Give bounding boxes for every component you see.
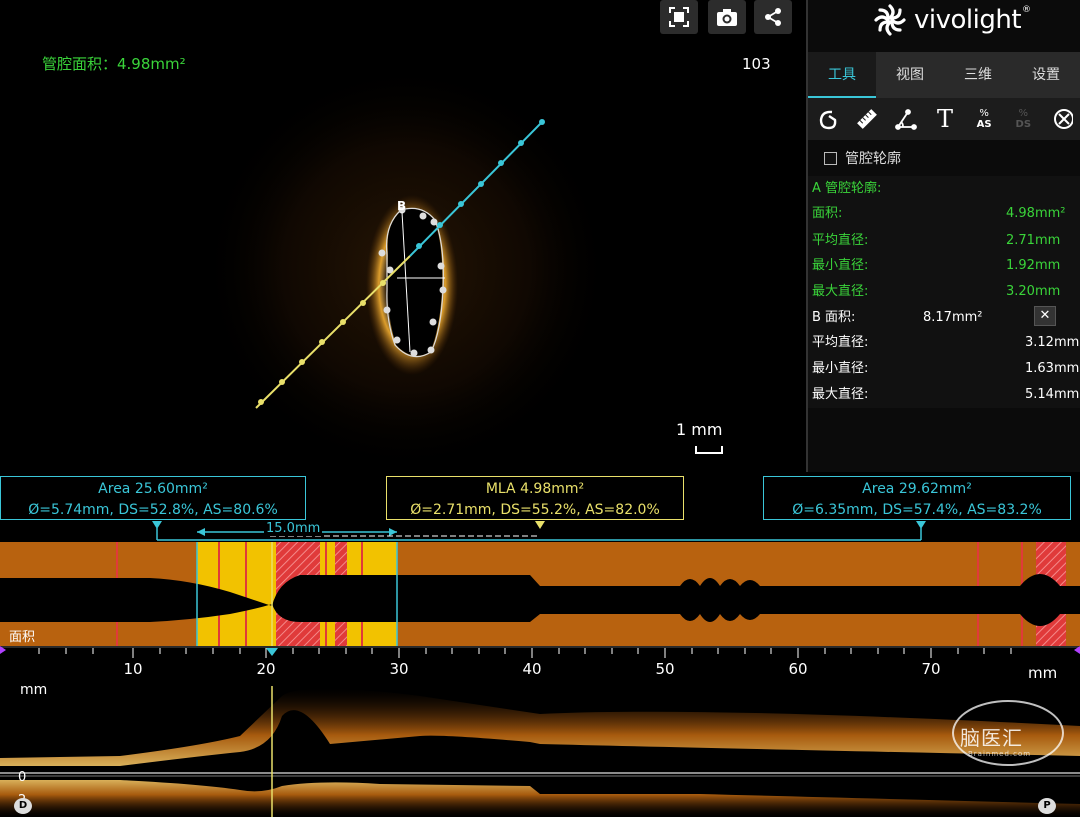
area-profile-graph [0,542,1080,646]
measurement-b-close-button[interactable]: ✕ [1034,306,1056,326]
lumen-contour-label: 管腔轮廓 [845,151,901,167]
tab-3d[interactable]: 三维 [944,52,1012,98]
lumen-trace-tool[interactable] [808,98,847,140]
camera-icon [717,9,737,26]
tab-tools[interactable]: 工具 [808,52,876,98]
longitudinal-view[interactable]: 面积 10 20 30 40 50 60 70 mm 0 mm D P [0,542,1080,817]
depth-unit-left: mm [20,682,48,698]
tab-bar: 工具 视图 三维 设置 [808,52,1080,98]
length-ruler: 10 20 30 40 50 60 70 [0,646,1080,686]
share-button[interactable] [754,0,792,34]
as-percent: % [979,108,989,119]
cross-section-view[interactable]: B 管腔面积：4.98mm² 103 1 mm [0,0,806,472]
fullscreen-icon [669,7,689,27]
angle-icon [894,109,917,130]
longitudinal-oct-image[interactable]: 0 2 [0,686,1080,817]
lumen-contour-checkbox[interactable] [824,151,837,165]
logo: vivolight ® [872,0,1031,40]
annotation-connectors [152,521,926,541]
tick-40: 40 [522,660,542,678]
distance-label: 15.0mm [264,521,323,536]
ds-label: DS [1015,119,1032,130]
depth-label-0: 0 [18,770,27,785]
proximal-marker[interactable]: P [1038,798,1056,814]
ds-percent: % [1018,108,1029,119]
ruler-tool[interactable] [847,98,886,140]
delete-tool[interactable] [1043,98,1080,140]
tick-50: 50 [655,660,675,678]
longitudinal-oct-graphic [0,686,1080,817]
tick-20: 20 [256,660,276,678]
as-label: AS [976,119,992,130]
area-profile[interactable]: 面积 [0,542,1080,646]
reference-annotation-bar: Area 25.60mm² Ø=5.74mm, DS=52.8%, AS=80.… [0,472,1080,542]
angle-tool[interactable] [886,98,925,140]
scale-bar [695,446,723,454]
tab-settings[interactable]: 设置 [1012,52,1080,98]
as-tool[interactable]: % AS [965,98,1004,140]
lumen-trace-icon [819,110,836,130]
watermark-subtext: Brainmed.com [968,750,1032,758]
logo-registered-mark: ® [1022,5,1032,15]
frame-number: 103 [742,55,771,73]
logo-text: vivolight [914,5,1022,35]
ds-tool[interactable]: % DS [1004,98,1043,140]
tick-70: 70 [921,660,941,678]
tick-60: 60 [788,660,808,678]
tick-10: 10 [123,660,143,678]
vivolight-logo-icon [874,4,906,36]
ruler-icon [856,109,877,129]
text-tool[interactable]: T [925,98,964,140]
fullscreen-button[interactable] [660,0,698,34]
measurement-panel: A 管腔轮廓: 面积: 4.98mm² 平均直径: 2.71mm 最小直径: 1… [808,176,1080,408]
lumen-area-label: 管腔面积：4.98mm² [42,55,186,73]
delete-icon [1054,109,1074,129]
right-panel: vivolight ® 工具 视图 三维 设置 T % AS % DS 管腔轮廓… [806,0,1080,472]
scale-label: 1 mm [676,420,723,439]
area-profile-label: 面积 [9,630,36,645]
share-icon [765,8,781,26]
snapshot-button[interactable] [708,0,746,34]
marker-b: B [397,199,406,213]
tool-row: T % AS % DS [808,98,1080,140]
distal-marker[interactable]: D [14,798,32,814]
lumen-contour-toggle[interactable]: 管腔轮廓 [824,148,901,168]
tick-30: 30 [389,660,409,678]
watermark-text: 脑医汇 [960,726,1023,750]
ruler-unit-right: mm [1028,664,1058,682]
text-icon: T [936,105,953,133]
tab-view[interactable]: 视图 [876,52,944,98]
